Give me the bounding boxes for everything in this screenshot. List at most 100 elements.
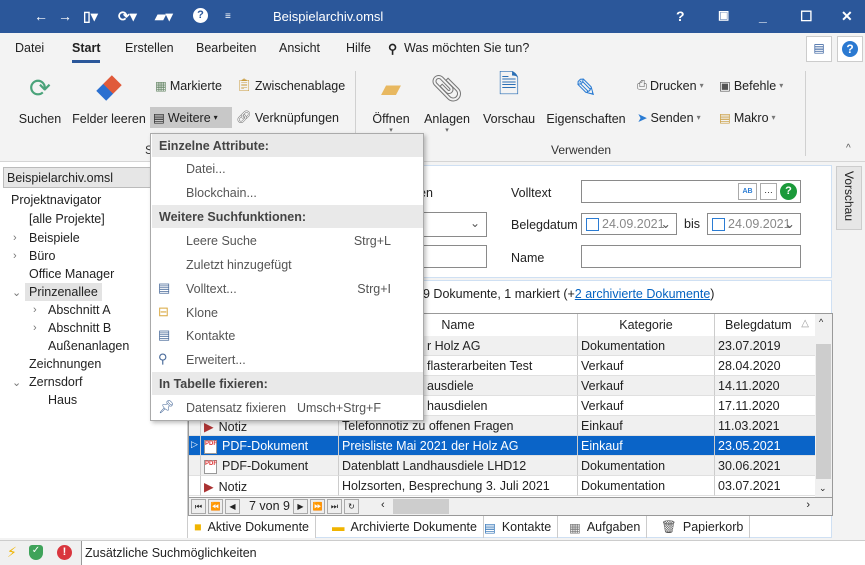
- tab-erstellen[interactable]: Erstellen: [125, 41, 174, 55]
- tab-archivierte-dokumente[interactable]: ▬ Archivierte Dokumente: [326, 516, 484, 538]
- vorschau-side-tab[interactable]: Vorschau: [836, 166, 862, 230]
- collapse-icon[interactable]: ⌄: [12, 376, 21, 389]
- oeffnen-button[interactable]: ▰ Öffnen ▾: [368, 71, 414, 135]
- suchen-button[interactable]: ⟳ Suchen: [17, 71, 63, 127]
- tree-item[interactable]: Haus: [48, 393, 77, 407]
- tree-item[interactable]: Außenanlagen: [48, 339, 129, 353]
- zwischenablage-button[interactable]: 📋︎ Zwischenablage: [233, 75, 348, 96]
- previous-page-button[interactable]: ⏪: [208, 499, 223, 514]
- date-from-picker[interactable]: 24.09.2021 ⌄: [581, 213, 677, 235]
- tab-start[interactable]: Start: [72, 41, 101, 63]
- help-icon[interactable]: ?: [193, 8, 208, 23]
- column-header-kategorie[interactable]: Kategorie: [578, 314, 715, 336]
- menu-item-datei[interactable]: Datei...: [152, 157, 423, 180]
- checkbox[interactable]: [712, 218, 725, 231]
- row-indicator[interactable]: [189, 476, 201, 496]
- note-icon: ▶: [204, 480, 214, 494]
- markierte-button[interactable]: ▦ Markierte: [152, 75, 225, 96]
- collapse-ribbon-icon[interactable]: ^: [846, 143, 851, 154]
- drucken-button[interactable]: ⎙ Drucken ▾: [634, 75, 707, 96]
- forward-icon[interactable]: →: [58, 8, 72, 24]
- volltext-input[interactable]: AB … ?: [581, 180, 801, 203]
- verknuepfungen-button[interactable]: 🔗︎ Verknüpfungen: [233, 107, 342, 128]
- befehle-button[interactable]: ▣ Befehle ▾: [716, 75, 786, 96]
- tab-aufgaben[interactable]: ▦ Aufgaben: [563, 516, 648, 538]
- tab-ansicht[interactable]: Ansicht: [279, 41, 320, 55]
- menu-item-zuletzt[interactable]: Zuletzt hinzugefügt: [152, 253, 423, 276]
- tab-papierkorb[interactable]: 🗑︎ Papierkorb: [655, 516, 751, 538]
- speech-bubble-ab-icon[interactable]: AB: [738, 183, 757, 200]
- menu-item-erweitert[interactable]: ⚲ Erweitert...: [152, 348, 423, 371]
- tab-kontakte[interactable]: ▤ Kontakte: [478, 516, 559, 538]
- close-button[interactable]: ✕: [841, 8, 853, 25]
- table-row[interactable]: ▷ PDF PDF-Dokument Preisliste Mai 2021 der …: [189, 436, 816, 456]
- chevron-down-icon[interactable]: ⌄: [661, 216, 671, 231]
- next-page-button[interactable]: ⏩: [310, 499, 325, 514]
- customize-icon[interactable]: ≡: [225, 11, 231, 22]
- help-button[interactable]: ?: [837, 36, 863, 62]
- chevron-down-icon[interactable]: ⌄: [785, 216, 795, 231]
- vorschau-button[interactable]: 🗎︎ Vorschau: [483, 69, 535, 126]
- column-header-belegdatum[interactable]: Belegdatum △: [715, 314, 816, 336]
- last-record-button[interactable]: ⏭: [327, 499, 342, 514]
- tree-item-selected[interactable]: Prinzenallee: [25, 283, 102, 301]
- menu-item-datensatz-fixieren[interactable]: 📌︎ Datensatz fixieren Umsch+Strg+F: [152, 396, 423, 419]
- expand-icon[interactable]: ›: [33, 304, 37, 316]
- senden-button[interactable]: ➤ Senden ▾: [634, 107, 704, 128]
- archived-documents-link[interactable]: 2 archivierte Dokumente: [575, 287, 710, 301]
- help-button[interactable]: ?: [676, 8, 685, 24]
- menu-item-klone[interactable]: ⊟ Klone: [152, 301, 423, 324]
- table-row[interactable]: ▶ Notiz Holzsorten, Besprechung 3. Juli 20…: [189, 476, 816, 496]
- menu-item-kontakte[interactable]: ▤ Kontakte: [152, 324, 423, 347]
- row-indicator[interactable]: ▷: [189, 436, 201, 456]
- refresh-icon[interactable]: ⟳▾: [118, 8, 137, 25]
- first-record-button[interactable]: ⏮: [191, 499, 206, 514]
- tree-item[interactable]: Office Manager: [29, 267, 114, 281]
- table-row[interactable]: PDF PDF-Dokument Datenblatt Landhausdiele …: [189, 456, 816, 476]
- tree-item[interactable]: Zernsdorf: [29, 375, 83, 389]
- anlagen-button[interactable]: 📎︎ Anlagen ▾: [422, 71, 472, 135]
- expand-icon[interactable]: ›: [33, 322, 37, 334]
- help-icon[interactable]: ?: [780, 183, 797, 200]
- menu-item-volltext[interactable]: ▤ Volltext... Strg+I: [152, 277, 423, 300]
- name-input[interactable]: [581, 245, 801, 268]
- refresh-button[interactable]: ↻: [344, 499, 359, 514]
- tab-bearbeiten[interactable]: Bearbeiten: [196, 41, 256, 55]
- ribbon-display-button[interactable]: ▣: [718, 8, 729, 22]
- menu-item-blockchain[interactable]: Blockchain...: [152, 181, 423, 204]
- clone-tree-icon: ⊟: [158, 304, 169, 319]
- tree-item[interactable]: Abschnitt A: [48, 303, 111, 317]
- open-folder-icon[interactable]: ▰▾: [155, 8, 173, 25]
- previous-record-button[interactable]: ◀: [225, 499, 240, 514]
- vertical-scrollbar[interactable]: ^ ⌄: [815, 314, 832, 497]
- collapse-icon[interactable]: ⌄: [12, 286, 21, 299]
- row-indicator[interactable]: [189, 456, 201, 476]
- tab-aktive-dokumente[interactable]: ■ Aktive Dokumente: [188, 516, 316, 538]
- tab-datei[interactable]: Datei: [15, 41, 44, 55]
- horizontal-scrollbar[interactable]: ‹ ›: [377, 498, 814, 515]
- tree-item[interactable]: Beispiele: [29, 231, 80, 245]
- felder-leeren-button[interactable]: Felder leeren: [72, 71, 146, 126]
- globe-book-icon[interactable]: ▤: [806, 36, 832, 62]
- maximize-button[interactable]: ☐: [800, 8, 813, 25]
- next-record-button[interactable]: ▶: [293, 499, 308, 514]
- tree-item[interactable]: Zeichnungen: [29, 357, 101, 371]
- date-to-picker[interactable]: 24.09.2021 ⌄: [707, 213, 801, 235]
- more-button[interactable]: …: [760, 183, 777, 200]
- tree-item[interactable]: Büro: [29, 249, 55, 263]
- error-icon[interactable]: !: [57, 545, 72, 560]
- weitere-button[interactable]: ▤ Weitere ▾: [150, 107, 232, 128]
- tell-me-input[interactable]: Was möchten Sie tun?: [404, 41, 529, 55]
- eigenschaften-button[interactable]: ✎ Eigenschaften: [545, 71, 627, 127]
- back-icon[interactable]: ←: [34, 8, 48, 24]
- makro-button[interactable]: ▤ Makro ▾: [716, 107, 779, 128]
- checkbox[interactable]: [586, 218, 599, 231]
- new-document-icon[interactable]: ▯▾: [83, 8, 98, 25]
- minimize-button[interactable]: _: [759, 8, 767, 24]
- menu-item-leere-suche[interactable]: Leere Suche Strg+L: [152, 229, 423, 252]
- expand-icon[interactable]: ›: [13, 232, 17, 244]
- tree-item[interactable]: Abschnitt B: [48, 321, 111, 335]
- tree-item[interactable]: [alle Projekte]: [29, 212, 105, 226]
- tab-hilfe[interactable]: Hilfe: [346, 41, 371, 55]
- expand-icon[interactable]: ›: [13, 250, 17, 262]
